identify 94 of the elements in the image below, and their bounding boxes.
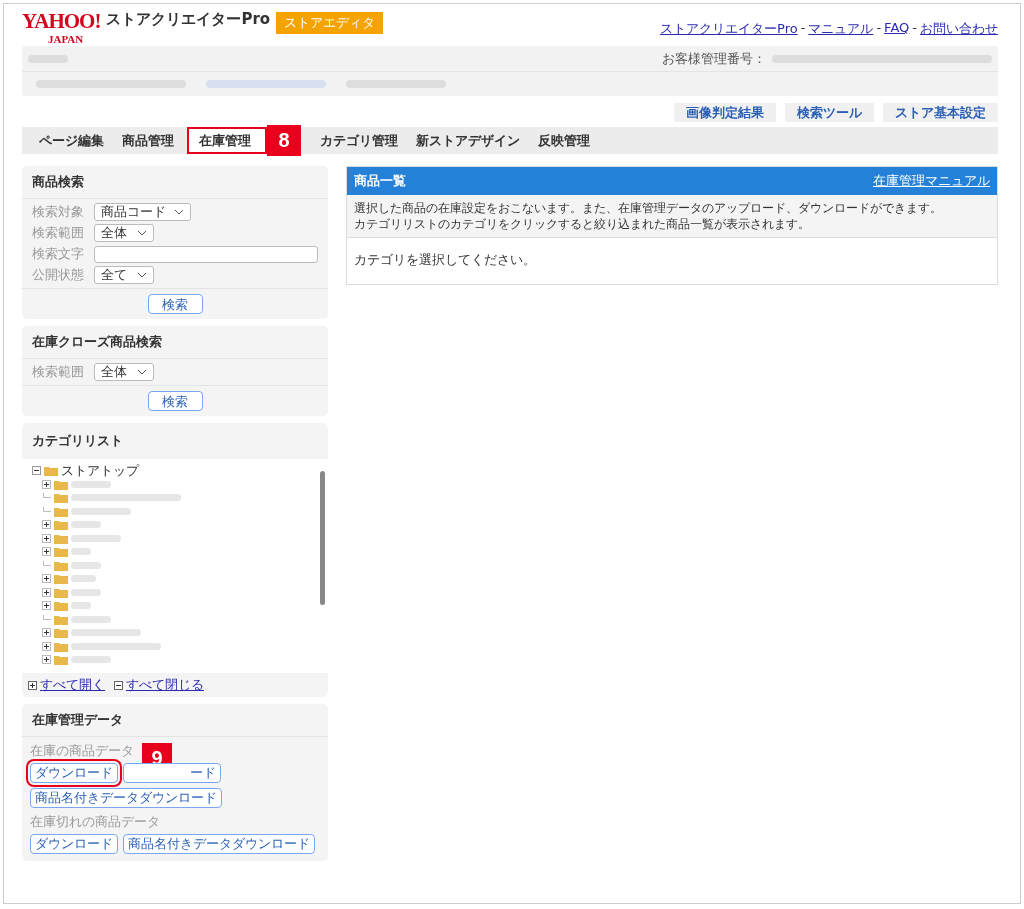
expand-icon[interactable]	[42, 479, 51, 489]
panel-title: 在庫クローズ商品検索	[22, 326, 328, 359]
redacted-text	[71, 521, 101, 529]
nav-tab[interactable]: ページ編集	[30, 127, 113, 154]
link-separator: -	[800, 20, 806, 37]
redacted-text	[71, 548, 91, 556]
download-button[interactable]: 商品名付きデータダウンロード	[123, 834, 315, 854]
list-title: 商品一覧	[354, 172, 406, 190]
header-link[interactable]: FAQ	[884, 20, 910, 38]
tool-button[interactable]: ストア基本設定	[883, 103, 998, 122]
panel-title: 在庫管理データ	[22, 704, 328, 737]
dropdown[interactable]: 全て	[94, 266, 154, 284]
download-button[interactable]: ダウンロード	[30, 834, 118, 854]
expand-icon[interactable]	[42, 601, 51, 611]
folder-icon	[54, 478, 68, 490]
folder-icon	[54, 640, 68, 652]
collapse-icon[interactable]	[32, 466, 41, 476]
expand-all-link[interactable]: すべて開く	[40, 676, 105, 694]
description-text: 選択した商品の在庫設定をおこないます。また、在庫管理データのアップロード、ダウンロードができます。	[354, 200, 943, 216]
redacted-text	[71, 656, 111, 664]
empty-message: カテゴリを選択してください。	[354, 252, 536, 267]
collapse-all-link[interactable]: すべて閉じる	[126, 676, 204, 694]
expand-icon[interactable]	[42, 574, 51, 584]
group-label: 在庫の商品データ	[30, 742, 134, 760]
folder-icon	[54, 505, 68, 517]
folder-icon	[54, 586, 68, 598]
dropdown[interactable]: 全体	[94, 224, 154, 242]
redacted-text	[71, 615, 111, 623]
redacted-text	[71, 575, 96, 583]
field-label: 検索範囲	[32, 363, 85, 381]
header-link[interactable]: ストアクリエイターPro	[660, 20, 798, 38]
nav-tab[interactable]: 在庫管理	[187, 127, 267, 154]
expand-icon[interactable]	[42, 641, 51, 651]
customer-number-label: お客様管理番号：	[662, 49, 766, 68]
download-button[interactable]: 商品名付きデータダウンロード	[30, 788, 222, 808]
nav-tab[interactable]: カテゴリ管理	[311, 127, 407, 154]
redacted-text	[71, 629, 141, 637]
manual-link[interactable]: 在庫管理マニュアル	[873, 172, 990, 190]
folder-icon	[54, 600, 68, 612]
folder-icon	[54, 627, 68, 639]
redacted-text	[71, 602, 91, 610]
chevron-icon	[174, 209, 184, 215]
expand-icon[interactable]	[42, 533, 51, 543]
link-separator: -	[876, 20, 882, 37]
panel-title: カテゴリリスト	[31, 432, 124, 450]
text-field[interactable]	[94, 245, 318, 263]
tree-item[interactable]: ストアトップ	[61, 461, 139, 480]
folder-icon	[54, 492, 68, 504]
expand-icon[interactable]	[42, 547, 51, 557]
dropdown[interactable]: 商品コード	[94, 203, 191, 221]
field-label: 公開状態	[32, 266, 85, 284]
search-button[interactable]: 検索	[147, 391, 203, 411]
header-link[interactable]: マニュアル	[808, 20, 874, 38]
field-label: 検索範囲	[32, 224, 85, 242]
folder-icon	[54, 519, 68, 531]
editor-badge: ストアエディタ	[276, 12, 384, 34]
description-text: カテゴリリストのカテゴリをクリックすると絞り込まれた商品一覧が表示されます。	[354, 216, 811, 232]
chevron-icon	[137, 230, 147, 236]
link-separator: -	[912, 20, 917, 37]
callout-number: 8	[267, 125, 301, 156]
group-label: 在庫切れの商品データ	[30, 813, 160, 831]
expand-icon[interactable]	[42, 587, 51, 597]
redacted-text	[71, 507, 131, 515]
nav-tab[interactable]: 新ストアデザイン	[407, 127, 529, 154]
product-name: ストアクリエイターPro	[106, 11, 271, 27]
expand-icon[interactable]	[42, 655, 51, 665]
tool-button[interactable]: 検索ツール	[785, 103, 874, 122]
header-link[interactable]: お問い合わせ	[920, 20, 998, 38]
panel-title: 商品検索	[22, 166, 328, 199]
download-button[interactable]: ード	[123, 763, 221, 783]
nav-tab[interactable]: 反映管理	[529, 127, 599, 154]
tool-button[interactable]: 画像判定結果	[674, 103, 776, 122]
folder-icon	[54, 573, 68, 585]
folder-icon	[54, 546, 68, 558]
nav-tab[interactable]: 商品管理	[113, 127, 183, 154]
collapse-icon	[114, 680, 123, 690]
redacted-text	[71, 480, 111, 488]
folder-icon	[54, 654, 68, 666]
redacted-text	[71, 534, 121, 542]
folder-icon	[54, 613, 68, 625]
expand-icon[interactable]	[42, 628, 51, 638]
folder-icon	[54, 532, 68, 544]
redacted-text	[71, 588, 101, 596]
chevron-icon	[137, 369, 147, 375]
expand-icon[interactable]	[42, 520, 51, 530]
folder-icon	[44, 465, 58, 477]
search-button[interactable]: 検索	[147, 294, 203, 314]
chevron-icon	[137, 272, 147, 278]
redacted-text	[71, 561, 101, 569]
expand-icon	[28, 680, 37, 690]
field-label: 検索対象	[32, 203, 85, 221]
field-label: 検索文字	[32, 245, 85, 263]
folder-icon	[54, 559, 68, 571]
dropdown[interactable]: 全体	[94, 363, 154, 381]
